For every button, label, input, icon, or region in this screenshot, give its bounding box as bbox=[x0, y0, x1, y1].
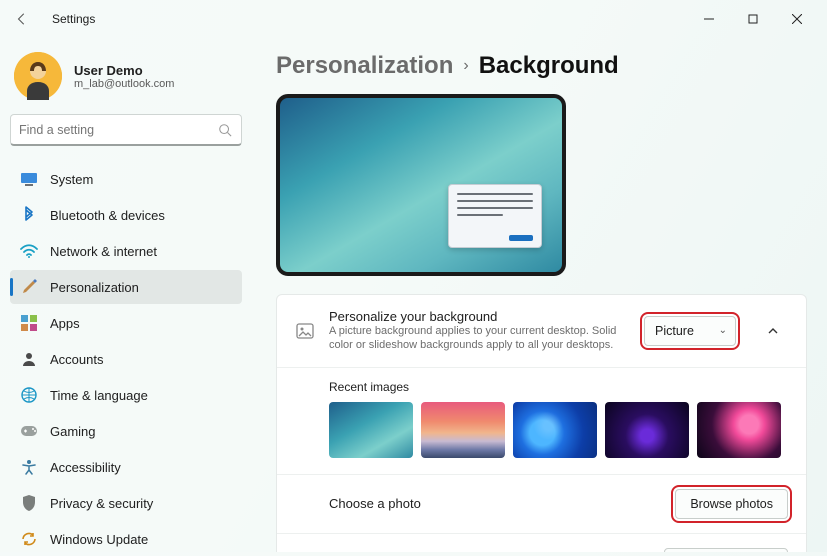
sidebar-item-label: Windows Update bbox=[50, 532, 148, 547]
avatar bbox=[14, 52, 62, 100]
minimize-button[interactable] bbox=[687, 4, 731, 34]
close-icon bbox=[792, 14, 802, 24]
sidebar-item-label: Apps bbox=[50, 316, 80, 331]
sidebar-item-personalization[interactable]: Personalization bbox=[10, 270, 242, 304]
gaming-icon bbox=[20, 422, 38, 440]
breadcrumb-current: Background bbox=[479, 52, 619, 80]
search-icon bbox=[217, 122, 233, 138]
titlebar: Settings bbox=[0, 0, 827, 38]
arrow-left-icon bbox=[15, 12, 29, 26]
wifi-icon bbox=[20, 242, 38, 260]
accessibility-icon bbox=[20, 458, 38, 476]
apps-icon bbox=[20, 314, 38, 332]
breadcrumb: Personalization › Background bbox=[276, 52, 807, 80]
sidebar-item-system[interactable]: System bbox=[10, 162, 242, 196]
user-header[interactable]: User Demo m_lab@outlook.com bbox=[10, 46, 242, 114]
recent-images-list bbox=[329, 402, 788, 458]
background-type-dropdown[interactable]: Picture ⌄ bbox=[644, 316, 736, 346]
sidebar-item-label: Privacy & security bbox=[50, 496, 153, 511]
recent-image-thumb[interactable] bbox=[697, 402, 781, 458]
recent-images-panel: Recent images bbox=[277, 368, 806, 475]
window-title: Settings bbox=[52, 12, 95, 26]
sidebar-item-label: Time & language bbox=[50, 388, 148, 403]
fit-dropdown[interactable]: Fill ⌄ bbox=[664, 548, 788, 552]
picture-icon bbox=[295, 321, 315, 341]
recent-image-thumb[interactable] bbox=[605, 402, 689, 458]
sidebar-item-accounts[interactable]: Accounts bbox=[10, 342, 242, 376]
close-button[interactable] bbox=[775, 4, 819, 34]
personalize-subtitle: A picture background applies to your cur… bbox=[329, 324, 630, 353]
choose-fit-row: Choose a fit for your desktop image Fill… bbox=[277, 534, 806, 552]
personalize-title: Personalize your background bbox=[329, 309, 630, 324]
sidebar-item-label: Accounts bbox=[50, 352, 103, 367]
sidebar: User Demo m_lab@outlook.com System Bluet… bbox=[0, 38, 248, 552]
maximize-icon bbox=[748, 14, 758, 24]
sidebar-item-label: System bbox=[50, 172, 93, 187]
bluetooth-icon bbox=[20, 206, 38, 224]
sidebar-item-windows-update[interactable]: Windows Update bbox=[10, 522, 242, 556]
accounts-icon bbox=[20, 350, 38, 368]
dropdown-value: Picture bbox=[655, 324, 694, 338]
sidebar-item-label: Network & internet bbox=[50, 244, 157, 259]
sidebar-item-privacy[interactable]: Privacy & security bbox=[10, 486, 242, 520]
search-input[interactable] bbox=[10, 114, 242, 146]
paintbrush-icon bbox=[20, 278, 38, 296]
sidebar-item-time-language[interactable]: Time & language bbox=[10, 378, 242, 412]
collapse-button[interactable] bbox=[758, 316, 788, 346]
user-name: User Demo bbox=[74, 63, 174, 78]
chevron-up-icon bbox=[767, 325, 779, 337]
recent-image-thumb[interactable] bbox=[329, 402, 413, 458]
privacy-icon bbox=[20, 494, 38, 512]
choose-photo-row: Choose a photo Browse photos bbox=[277, 475, 806, 534]
sidebar-item-label: Personalization bbox=[50, 280, 139, 295]
sidebar-item-label: Bluetooth & devices bbox=[50, 208, 165, 223]
background-settings-card: Personalize your background A picture ba… bbox=[276, 294, 807, 552]
search-field[interactable] bbox=[19, 123, 217, 137]
browse-photos-label: Browse photos bbox=[690, 497, 773, 511]
recent-image-thumb[interactable] bbox=[421, 402, 505, 458]
sidebar-item-accessibility[interactable]: Accessibility bbox=[10, 450, 242, 484]
personalize-background-row: Personalize your background A picture ba… bbox=[277, 295, 806, 368]
preview-window-icon bbox=[448, 184, 542, 248]
globe-clock-icon bbox=[20, 386, 38, 404]
back-button[interactable] bbox=[8, 5, 36, 33]
sidebar-item-network[interactable]: Network & internet bbox=[10, 234, 242, 268]
sidebar-item-bluetooth[interactable]: Bluetooth & devices bbox=[10, 198, 242, 232]
sidebar-item-gaming[interactable]: Gaming bbox=[10, 414, 242, 448]
sidebar-item-label: Accessibility bbox=[50, 460, 121, 475]
sidebar-item-label: Gaming bbox=[50, 424, 96, 439]
recent-image-thumb[interactable] bbox=[513, 402, 597, 458]
browse-photos-button[interactable]: Browse photos bbox=[675, 489, 788, 519]
windows-update-icon bbox=[20, 530, 38, 548]
desktop-preview bbox=[276, 94, 566, 276]
content-area: Personalization › Background Personalize… bbox=[248, 38, 827, 552]
choose-photo-label: Choose a photo bbox=[329, 496, 675, 511]
minimize-icon bbox=[704, 14, 714, 24]
system-icon bbox=[20, 170, 38, 188]
user-email: m_lab@outlook.com bbox=[74, 78, 174, 90]
chevron-right-icon: › bbox=[463, 57, 468, 75]
avatar-icon bbox=[14, 52, 62, 100]
maximize-button[interactable] bbox=[731, 4, 775, 34]
nav-list: System Bluetooth & devices Network & int… bbox=[10, 162, 242, 556]
sidebar-item-apps[interactable]: Apps bbox=[10, 306, 242, 340]
breadcrumb-parent[interactable]: Personalization bbox=[276, 52, 453, 80]
recent-images-title: Recent images bbox=[329, 380, 788, 394]
chevron-down-icon: ⌄ bbox=[719, 325, 727, 336]
